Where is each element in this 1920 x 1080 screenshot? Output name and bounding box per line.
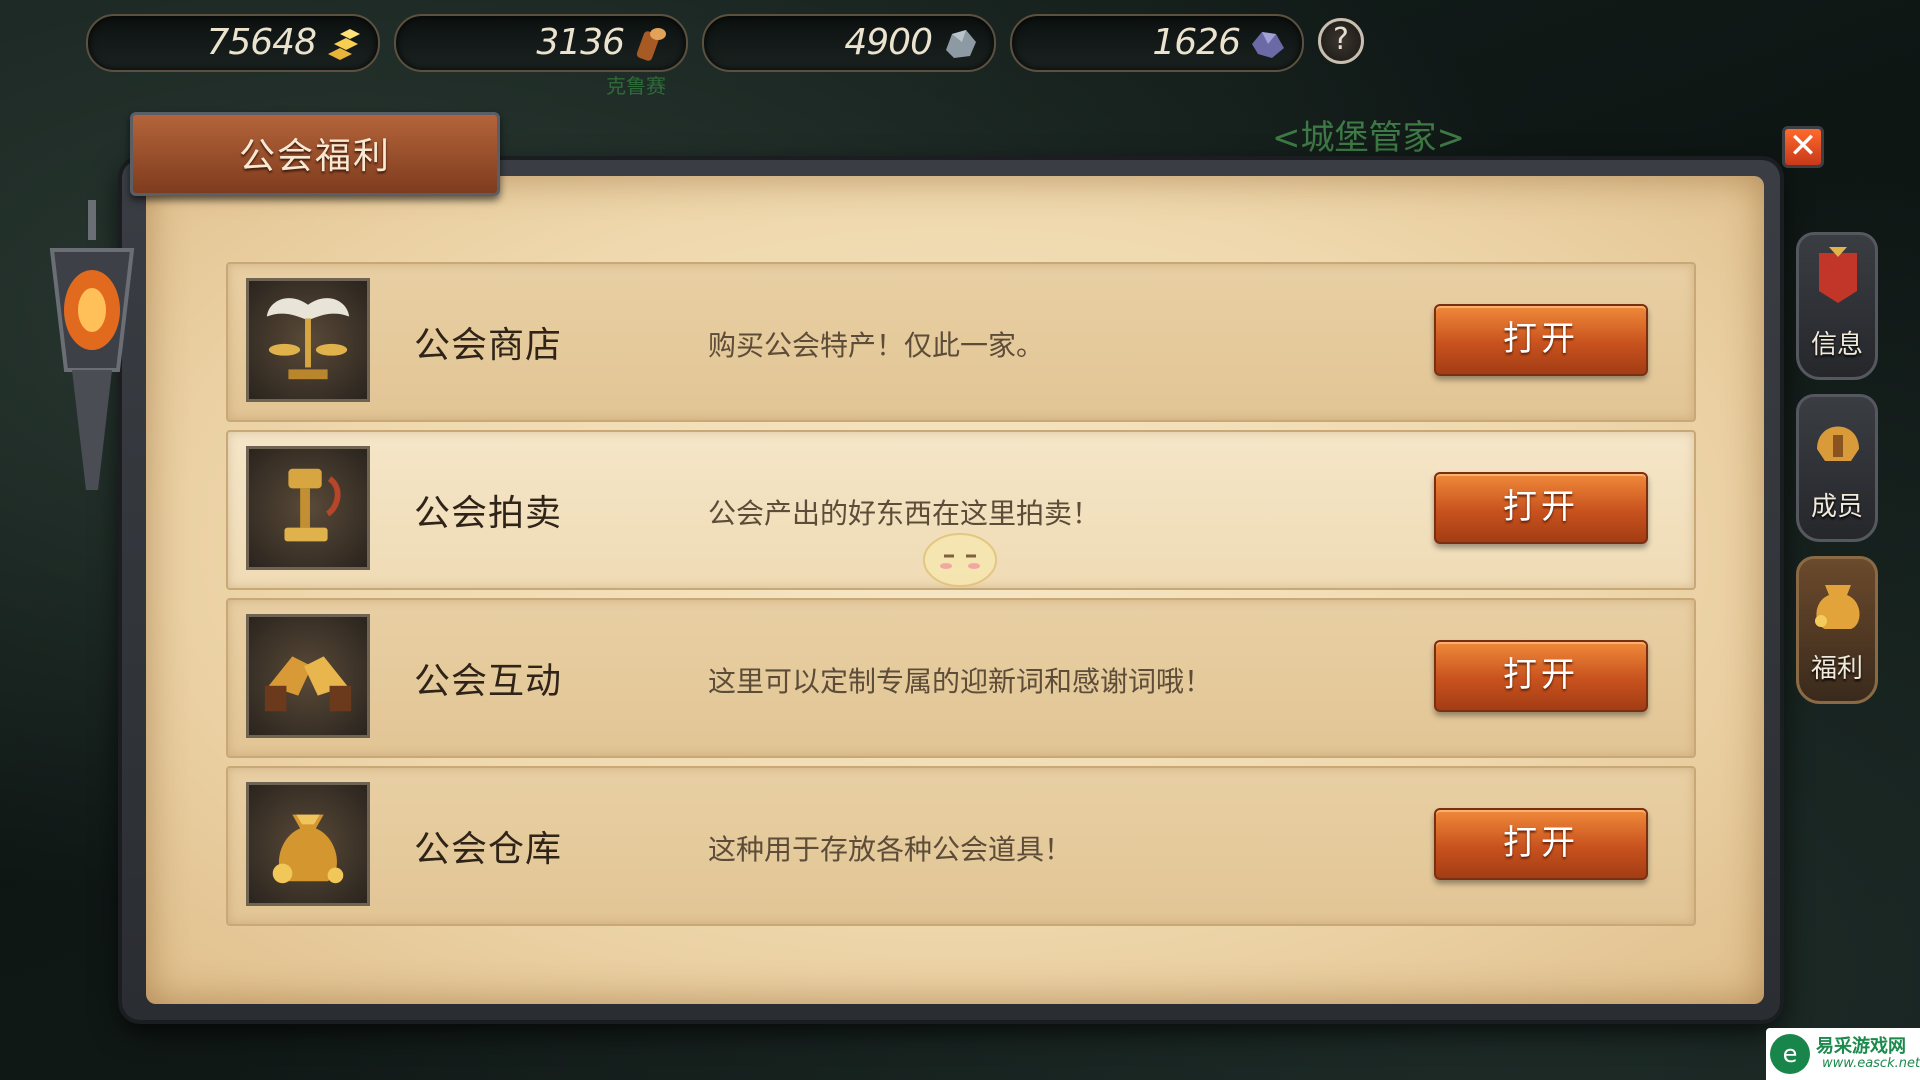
stone-counter: 4900 — [702, 14, 996, 72]
help-button[interactable]: ? — [1318, 18, 1364, 64]
row-description: 这里可以定制专属的迎新词和感谢词哦！ — [708, 665, 1213, 698]
watermark-logo-icon: e — [1770, 1034, 1810, 1074]
tab-label: 信息 — [1810, 330, 1863, 360]
row-title: 公会商店 — [414, 325, 563, 366]
open-button-guild-interaction[interactable]: 打开 — [1434, 640, 1648, 712]
guild-banner-icon — [1819, 247, 1857, 303]
purple-ore-icon — [1252, 32, 1284, 58]
row-icon-frame — [246, 446, 370, 570]
tab-label: 成员 — [1810, 492, 1863, 522]
tab-info[interactable]: 信息 — [1796, 232, 1878, 380]
ore-value: 1626 — [1152, 22, 1241, 63]
wood-value: 3136 — [536, 22, 625, 63]
helmet-icon — [1817, 426, 1859, 461]
close-button[interactable]: ✕ — [1782, 126, 1824, 168]
auction-gavel-icon — [284, 468, 341, 542]
npc-name-small: 克鲁赛 — [606, 74, 666, 98]
ore-counter: 1626 — [1010, 14, 1304, 72]
wood-counter: 3136 — [394, 14, 688, 72]
watermark-url: www.easck.net — [1822, 1056, 1920, 1071]
treasure-bag-icon — [272, 814, 344, 884]
row-icon-frame — [246, 278, 370, 402]
gold-value: 75648 — [206, 22, 317, 63]
panel-title-banner: 公会福利 — [130, 112, 500, 196]
gold-counter: 75648 — [86, 14, 380, 72]
npc-name-castle-steward[interactable]: <城堡管家> — [1272, 110, 1465, 159]
row-title: 公会拍卖 — [414, 493, 563, 534]
open-button-guild-shop[interactable]: 打开 — [1434, 304, 1648, 376]
winged-scales-icon — [266, 298, 350, 380]
open-button-guild-warehouse[interactable]: 打开 — [1434, 808, 1648, 880]
row-description: 购买公会特产！仅此一家。 — [708, 329, 1045, 362]
gold-bars-icon — [328, 29, 360, 60]
row-icon-frame — [246, 782, 370, 906]
list-item-guild-warehouse: 公会仓库 这种用于存放各种公会道具！ 打开 — [226, 766, 1696, 926]
list-item-guild-interaction: 公会互动 这里可以定制专属的迎新词和感谢词哦！ 打开 — [226, 598, 1696, 758]
list-item-guild-shop: 公会商店 购买公会特产！仅此一家。 打开 — [226, 262, 1696, 422]
stone-icon — [946, 30, 976, 58]
handshake-icon — [264, 656, 352, 712]
tab-members[interactable]: 成员 — [1796, 394, 1878, 542]
row-title: 公会互动 — [414, 661, 563, 702]
tab-label: 福利 — [1810, 654, 1863, 684]
watermark-title: 易采游戏网 — [1816, 1036, 1906, 1057]
row-description: 公会产出的好东西在这里拍卖！ — [708, 497, 1101, 530]
mascot-icon — [923, 533, 997, 587]
open-button-guild-auction[interactable]: 打开 — [1434, 472, 1648, 544]
row-description: 这种用于存放各种公会道具！ — [708, 833, 1073, 866]
tab-benefits[interactable]: 福利 — [1796, 556, 1878, 704]
row-title: 公会仓库 — [414, 829, 563, 870]
site-watermark: e 易采游戏网 www.easck.net — [1766, 1028, 1920, 1080]
treasure-icon — [1815, 585, 1860, 629]
stone-value: 4900 — [844, 22, 933, 63]
row-icon-frame — [246, 614, 370, 738]
panel-title: 公会福利 — [238, 136, 391, 177]
wood-log-icon — [636, 28, 666, 61]
lantern-icon — [49, 200, 135, 490]
